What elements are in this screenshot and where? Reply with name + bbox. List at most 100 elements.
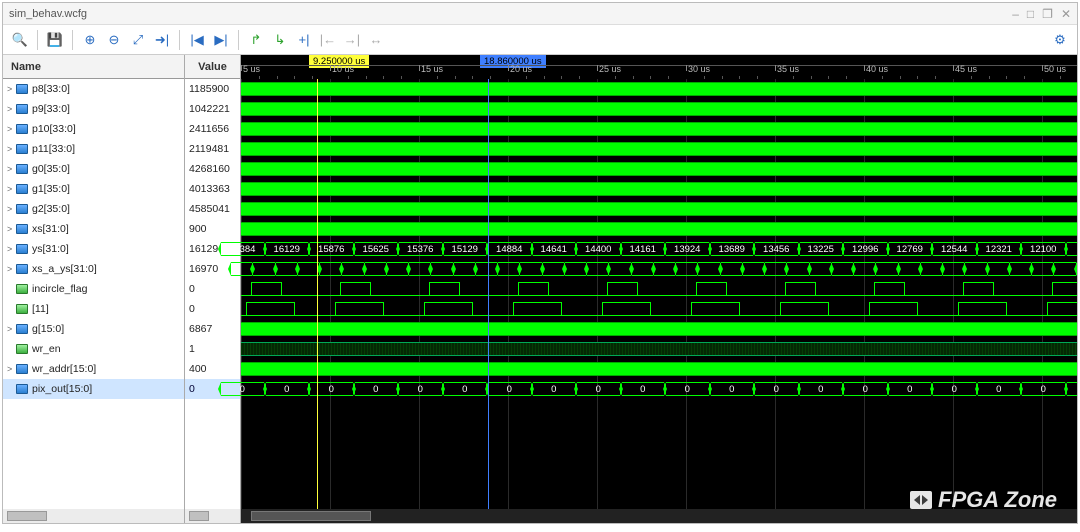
bus-value: 0 [329,384,334,395]
signal-value: 1042221 [185,99,240,119]
swap-marker-icon[interactable]: ↔ [365,29,387,51]
next-marker-icon[interactable]: →| [341,29,363,51]
bus-value: 15876 [318,244,344,255]
signal-value: 0 [185,299,240,319]
bus-value: 0 [596,384,601,395]
signal-row[interactable]: >p8[33:0] [3,79,184,99]
bus-value: 13456 [763,244,789,255]
signal-row[interactable]: incircle_flag [3,279,184,299]
bus-value: 16129 [274,244,300,255]
signal-value: 0 [185,279,240,299]
signal-name: xs_a_ys[31:0] [32,263,97,275]
bus-value: 14161 [630,244,656,255]
close-icon[interactable]: ✕ [1061,7,1071,21]
bus-value: 0 [685,384,690,395]
name-scrollbar[interactable] [3,509,184,523]
signal-value: 4585041 [185,199,240,219]
go-start-icon[interactable]: |◀ [186,29,208,51]
bus-value: 12544 [941,244,967,255]
signal-value: 1185900 [185,79,240,99]
bus-value: 15376 [407,244,433,255]
signal-row[interactable]: [11] [3,299,184,319]
bus-icon [16,264,28,274]
prev-edge-icon[interactable]: ↱ [245,29,267,51]
signal-row[interactable]: >xs[31:0] [3,219,184,239]
bus-icon [16,104,28,114]
bus-value: 0 [1041,384,1046,395]
bus-value: 0 [863,384,868,395]
save-icon[interactable]: 💾 [44,29,66,51]
zoom-out-icon[interactable]: ⊖ [103,29,125,51]
bus-value: 0 [640,384,645,395]
signal-row[interactable]: >g0[35:0] [3,159,184,179]
signal-value: 2119481 [185,139,240,159]
signal-name: g1[35:0] [32,183,70,195]
bus-value: 14641 [541,244,567,255]
signal-value: 1 [185,339,240,359]
signal-name: ys[31:0] [32,243,69,255]
window-title: sim_behav.wcfg [9,8,1012,20]
watermark: FPGA Zone [910,487,1057,513]
bus-icon [16,84,28,94]
title-bar: sim_behav.wcfg – □ ❐ ✕ [3,3,1077,25]
goto-cursor-icon[interactable]: ➜| [151,29,173,51]
bus-value: 13225 [808,244,834,255]
minimize-icon[interactable]: – [1012,7,1019,21]
bus-value: 15625 [363,244,389,255]
bit-icon [16,344,28,354]
bus-icon [16,364,28,374]
signal-row[interactable]: >p9[33:0] [3,99,184,119]
bus-icon [16,244,28,254]
bus-icon [16,164,28,174]
bus-value: 0 [462,384,467,395]
zoom-fit-icon[interactable]: ⤢ [127,29,149,51]
prev-marker-icon[interactable]: |← [317,29,339,51]
bus-value: 14400 [585,244,611,255]
maximize-icon[interactable]: □ [1027,7,1034,21]
bus-value: 0 [996,384,1001,395]
bus-icon [16,144,28,154]
bus-value: 12321 [986,244,1012,255]
signal-name: [11] [32,303,49,315]
signal-value: 4268160 [185,159,240,179]
signal-row[interactable]: >g[15:0] [3,319,184,339]
bus-value: 0 [952,384,957,395]
signal-row[interactable]: pix_out[15:0] [3,379,184,399]
waveform-panel[interactable]: 9.250000 us 18.860000 us 5 us10 us15 us2… [241,55,1077,523]
time-ruler[interactable]: 9.250000 us 18.860000 us 5 us10 us15 us2… [241,55,1077,79]
bus-value: 12996 [852,244,878,255]
signal-row[interactable]: wr_en [3,339,184,359]
settings-icon[interactable]: ⚙ [1049,29,1071,51]
signal-row[interactable]: >xs_a_ys[31:0] [3,259,184,279]
signal-name: p10[33:0] [32,123,76,135]
signal-row[interactable]: >g2[35:0] [3,199,184,219]
go-end-icon[interactable]: ▶| [210,29,232,51]
bus-value: 12100 [1030,244,1056,255]
signal-name: wr_en [32,343,61,355]
next-edge-icon[interactable]: ↳ [269,29,291,51]
bus-value: 0 [240,384,245,395]
add-marker-icon[interactable]: +| [293,29,315,51]
value-header: Value [185,55,240,79]
signal-row[interactable]: >wr_addr[15:0] [3,359,184,379]
bus-icon [16,124,28,134]
value-scrollbar[interactable] [185,509,240,523]
signal-row[interactable]: >ys[31:0] [3,239,184,259]
bus-value: 13924 [674,244,700,255]
bus-value: 13689 [719,244,745,255]
signal-name: incircle_flag [32,283,87,295]
signal-row[interactable]: >p10[33:0] [3,119,184,139]
signal-name: xs[31:0] [32,223,69,235]
bus-value: 0 [774,384,779,395]
value-panel: Value 1185900104222124116562119481426816… [185,55,241,523]
signal-row[interactable]: >g1[35:0] [3,179,184,199]
restore-icon[interactable]: ❐ [1042,7,1053,21]
signal-name: g0[35:0] [32,163,70,175]
bus-value: 15129 [452,244,478,255]
zoom-in-icon[interactable]: ⊕ [79,29,101,51]
bit-icon [16,304,28,314]
search-icon[interactable]: 🔍 [9,29,31,51]
signal-row[interactable]: >p11[33:0] [3,139,184,159]
bus-value: 0 [729,384,734,395]
signal-value: 2411656 [185,119,240,139]
